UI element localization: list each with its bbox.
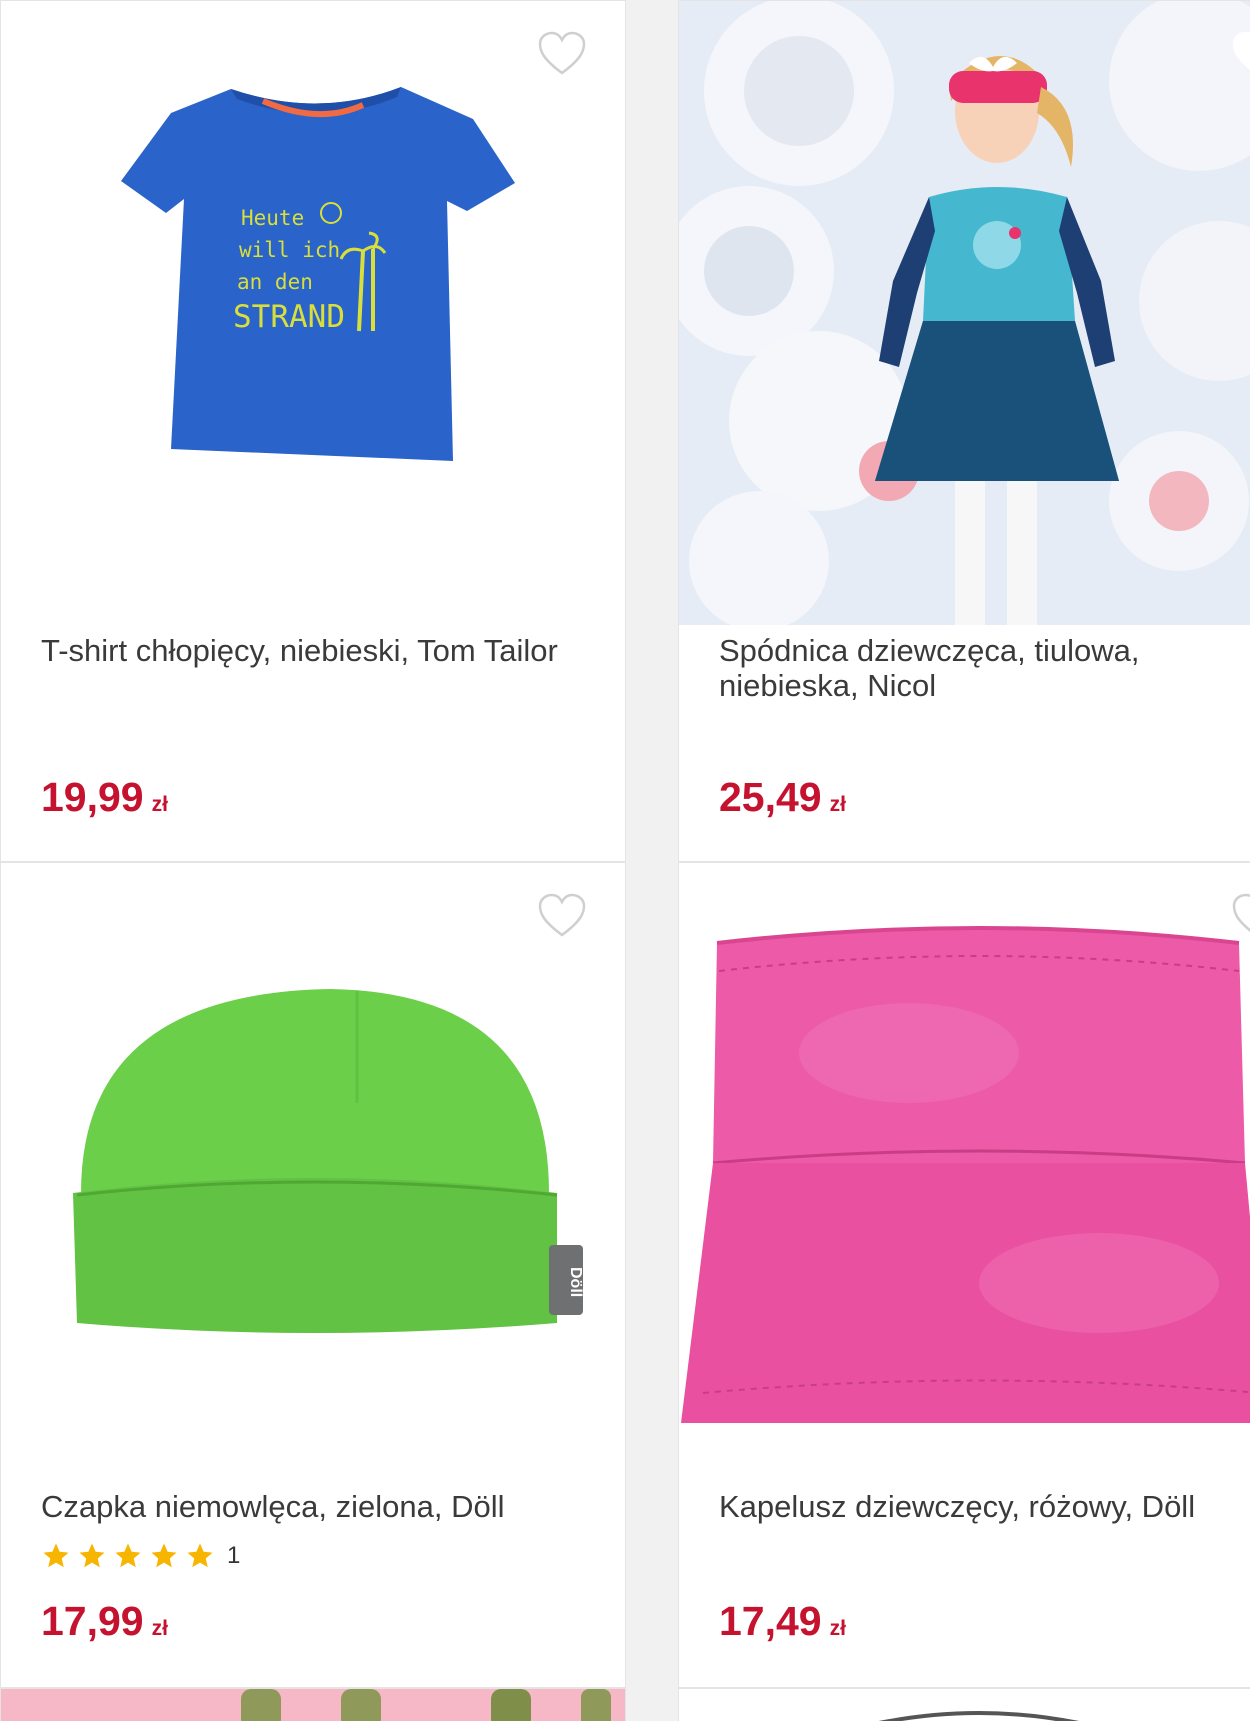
product-title[interactable]: Spódnica dziewczęca, tiulowa, niebieska,… (719, 633, 1247, 703)
heart-outline-icon[interactable] (537, 31, 587, 77)
product-grid: Heute will ich an den STRAND T-shirt chł… (0, 0, 1250, 1721)
heart-outline-icon[interactable] (537, 893, 587, 939)
star-icon (187, 1543, 213, 1568)
product-image[interactable]: Heute will ich an den STRAND (1, 1, 626, 625)
shirt-print-text: STRAND (233, 299, 345, 335)
price-value: 19,99 (41, 774, 144, 820)
heart-outline-icon[interactable] (1231, 893, 1250, 939)
product-card[interactable]: Heute will ich an den STRAND T-shirt chł… (0, 0, 626, 862)
star-icon (115, 1543, 141, 1568)
product-title[interactable]: Kapelusz dziewczęcy, różowy, Döll (719, 1489, 1247, 1524)
product-image[interactable] (679, 1, 1250, 625)
product-image[interactable]: Döll (1, 863, 626, 1423)
product-price: 25,49 zł (719, 775, 846, 827)
price-currency: zł (151, 1617, 168, 1640)
shirt-print-text: an den (237, 270, 313, 294)
shirt-print-text: Heute (241, 206, 304, 230)
product-card[interactable]: Spódnica dziewczęca, tiulowa, niebieska,… (678, 0, 1250, 862)
product-card[interactable]: Kapelusz dziewczęcy, różowy, Döll 17,49 z… (678, 862, 1250, 1688)
product-title[interactable]: T-shirt chłopięcy, niebieski, Tom Tailor (41, 633, 605, 668)
price-value: 25,49 (719, 774, 822, 820)
heart-outline-icon[interactable] (1231, 31, 1250, 77)
price-value: 17,49 (719, 1598, 822, 1644)
product-image[interactable] (679, 1689, 1250, 1721)
product-card[interactable]: Döll Czapka niemowlęca, zielona, Döll 1 … (0, 862, 626, 1688)
price-currency: zł (829, 793, 846, 816)
price-value: 17,99 (41, 1598, 144, 1644)
star-icon (43, 1543, 69, 1568)
star-icon (151, 1543, 177, 1568)
product-price: 19,99 zł (41, 775, 168, 827)
hat-tag-text: Döll (567, 1267, 584, 1297)
rating-count: 1 (227, 1542, 241, 1569)
product-image[interactable] (679, 863, 1250, 1423)
product-price: 17,49 zł (719, 1599, 846, 1651)
product-card[interactable] (0, 1688, 626, 1721)
product-image[interactable] (1, 1689, 626, 1721)
product-price: 17,99 zł (41, 1599, 168, 1651)
product-title[interactable]: Czapka niemowlęca, zielona, Döll (41, 1489, 605, 1524)
shirt-print-text: will ich (239, 238, 340, 262)
product-card[interactable] (678, 1688, 1250, 1721)
product-rating: 1 (41, 1541, 240, 1571)
star-icon (79, 1543, 105, 1568)
price-currency: zł (829, 1617, 846, 1640)
price-currency: zł (151, 793, 168, 816)
